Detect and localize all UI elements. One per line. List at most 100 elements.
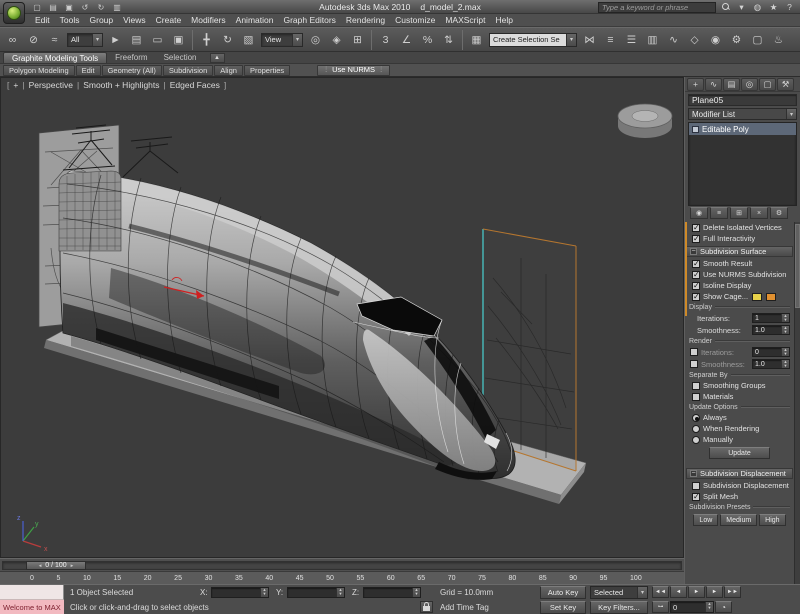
menu-help[interactable]: Help xyxy=(490,14,517,27)
time-slider[interactable]: 0 / 100 xyxy=(0,558,684,571)
check-use-nurms-subdivision[interactable]: Use NURMS Subdivision xyxy=(685,269,794,280)
percent-snap-toggle-icon[interactable]: % xyxy=(418,30,437,49)
use-pivot-point-center-icon[interactable]: ◎ xyxy=(306,30,325,49)
checkbox-icon[interactable] xyxy=(690,348,698,356)
cage-selected-color-swatch[interactable] xyxy=(766,293,776,301)
render-iterations-spinner[interactable]: 0 ▲▼ xyxy=(752,347,790,357)
spinner-arrows-icon[interactable]: ▲▼ xyxy=(781,314,789,322)
spinner-arrows-icon[interactable]: ▲▼ xyxy=(412,588,420,597)
time-slider-handle[interactable]: 0 / 100 xyxy=(26,561,86,570)
mirror-icon[interactable]: ⋈ xyxy=(580,30,599,49)
menu-animation[interactable]: Animation xyxy=(231,14,279,27)
auto-key-button[interactable]: Auto Key xyxy=(540,586,586,599)
select-and-scale-icon[interactable]: ▧ xyxy=(239,30,258,49)
preset-low-button[interactable]: Low xyxy=(693,514,718,526)
rectangular-selection-region-icon[interactable]: ▭ xyxy=(148,30,167,49)
set-key-filter-dropdown[interactable]: Selected ▾ xyxy=(590,586,648,599)
display-iterations-spinner[interactable]: 1 ▲▼ xyxy=(752,313,790,323)
ribbon-tab-graphite-modeling-tools[interactable]: Graphite Modeling Tools xyxy=(3,52,107,63)
curve-editor-icon[interactable]: ∿ xyxy=(664,30,683,49)
select-object-icon[interactable]: ► xyxy=(106,30,125,49)
window-crossing-toggle-icon[interactable]: ▣ xyxy=(169,30,188,49)
spinner-arrows-icon[interactable]: ▲▼ xyxy=(260,588,268,597)
viewport-label-[interactable]: + xyxy=(10,80,21,90)
time-slider-track[interactable] xyxy=(2,561,682,570)
named-selection-sets-dropdown[interactable]: Create Selection Se▾ xyxy=(489,33,577,47)
check-split-mesh[interactable]: Split Mesh xyxy=(685,491,794,502)
make-unique-button[interactable]: ⊞ xyxy=(730,207,748,219)
spinner-arrows-icon[interactable]: ▲▼ xyxy=(336,588,344,597)
preset-high-button[interactable]: High xyxy=(759,514,785,526)
ribbon-panel-align[interactable]: Align xyxy=(214,65,243,76)
display-smoothness-spinner[interactable]: 1.0 ▲▼ xyxy=(752,325,790,335)
ribbon-minimize-button[interactable]: ▲ xyxy=(210,53,225,63)
spinner-arrows-icon[interactable]: ▲▼ xyxy=(781,326,789,334)
show-end-result-button[interactable]: ≡ xyxy=(710,207,728,219)
rollout-subdivision-surface[interactable]: − Subdivision Surface xyxy=(686,246,793,257)
edit-named-selection-sets-icon[interactable]: ▦ xyxy=(467,30,486,49)
keyboard-shortcut-override-icon[interactable]: ⊞ xyxy=(348,30,367,49)
check-smoothing-groups[interactable]: Smoothing Groups xyxy=(685,380,794,391)
unlink-selection-icon[interactable]: ⊘ xyxy=(24,30,43,49)
schematic-view-icon[interactable]: ◇ xyxy=(685,30,704,49)
floating-panel-use-nurms[interactable]: Use NURMS xyxy=(317,65,390,76)
previous-frame-button[interactable]: ◄ xyxy=(670,586,687,598)
radio-when-rendering[interactable]: When Rendering xyxy=(685,423,794,434)
render-smoothness-spinner[interactable]: 1.0 ▲▼ xyxy=(752,359,790,369)
modifier-list-dropdown[interactable]: Modifier List ▾ xyxy=(688,108,797,120)
spinner-arrows-icon[interactable]: ▲▼ xyxy=(705,602,713,612)
update-button[interactable]: Update xyxy=(709,447,770,459)
x-coordinate-field[interactable]: ▲▼ xyxy=(211,587,269,598)
menu-graph-editors[interactable]: Graph Editors xyxy=(278,14,340,27)
hierarchy-tab-icon[interactable]: ▤ xyxy=(723,78,740,91)
ribbon-panel-polygon-modeling[interactable]: Polygon Modeling xyxy=(3,65,75,76)
ribbon-panel-geometry-all[interactable]: Geometry (All) xyxy=(102,65,162,76)
select-and-rotate-icon[interactable]: ↻ xyxy=(218,30,237,49)
viewport-label-edged-faces[interactable]: Edged Faces xyxy=(167,80,223,90)
infocenter-search-input[interactable] xyxy=(598,2,716,13)
modify-tab-icon[interactable]: ∿ xyxy=(705,78,722,91)
key-mode-toggle-button[interactable]: ⊶ xyxy=(652,601,669,613)
search-icon[interactable] xyxy=(719,1,732,13)
z-coordinate-field[interactable]: ▲▼ xyxy=(363,587,421,598)
save-file-icon[interactable]: ▣ xyxy=(62,1,76,13)
time-configuration-button[interactable]: ◔ xyxy=(715,601,732,613)
ribbon-panel-subdivision[interactable]: Subdivision xyxy=(163,65,213,76)
y-coordinate-field[interactable]: ▲▼ xyxy=(287,587,345,598)
maxscript-macro-recorder-line[interactable] xyxy=(0,585,64,600)
trackbar[interactable]: 0510152025303540455055606570758085909510… xyxy=(0,571,684,584)
perspective-viewport[interactable]: x y z [+|Perspective|Smooth + Highlights… xyxy=(0,77,684,558)
new-scene-icon[interactable]: ▢ xyxy=(30,1,44,13)
add-time-tag[interactable]: Add Time Tag xyxy=(440,603,489,612)
go-to-start-button[interactable]: ◄◄ xyxy=(652,586,669,598)
scrollbar-thumb[interactable] xyxy=(795,224,800,308)
display-tab-icon[interactable]: ▢ xyxy=(759,78,776,91)
select-and-link-icon[interactable]: ∞ xyxy=(3,30,22,49)
menu-modifiers[interactable]: Modifiers xyxy=(186,14,230,27)
check-show-cage[interactable]: Show Cage... xyxy=(685,291,794,302)
view-cube[interactable] xyxy=(618,104,672,138)
select-and-move-icon[interactable]: ╋ xyxy=(197,30,216,49)
menu-create[interactable]: Create xyxy=(151,14,187,27)
favorites-star-icon[interactable]: ★ xyxy=(767,1,780,13)
viewport-label-smooth-highlights[interactable]: Smooth + Highlights xyxy=(80,80,162,90)
ribbon-tab-selection[interactable]: Selection xyxy=(156,52,205,63)
spinner-arrows-icon[interactable]: ▲▼ xyxy=(781,348,789,356)
preset-medium-button[interactable]: Medium xyxy=(720,514,757,526)
help-icon[interactable]: ? xyxy=(783,1,796,13)
ribbon-panel-properties[interactable]: Properties xyxy=(244,65,290,76)
menu-tools[interactable]: Tools xyxy=(55,14,85,27)
go-to-end-button[interactable]: ►► xyxy=(724,586,741,598)
configure-modifier-sets-button[interactable]: ⚙ xyxy=(770,207,788,219)
next-frame-button[interactable]: ► xyxy=(706,586,723,598)
set-key-button[interactable]: Set Key xyxy=(540,601,586,614)
rendered-frame-window-icon[interactable]: ▢ xyxy=(748,30,767,49)
rollout-subdivision-displacement[interactable]: − Subdivision Displacement xyxy=(686,468,793,479)
ribbon-tab-freeform[interactable]: Freeform xyxy=(107,52,155,63)
check-delete-isolated-vertices[interactable]: Delete Isolated Vertices xyxy=(685,222,794,233)
modifier-stack[interactable]: Editable Poly xyxy=(688,122,797,206)
render-production-icon[interactable]: ♨ xyxy=(769,30,788,49)
create-tab-icon[interactable]: + xyxy=(687,78,704,91)
bind-to-space-warp-icon[interactable]: ≈ xyxy=(45,30,64,49)
redo-icon[interactable]: ↻ xyxy=(94,1,108,13)
